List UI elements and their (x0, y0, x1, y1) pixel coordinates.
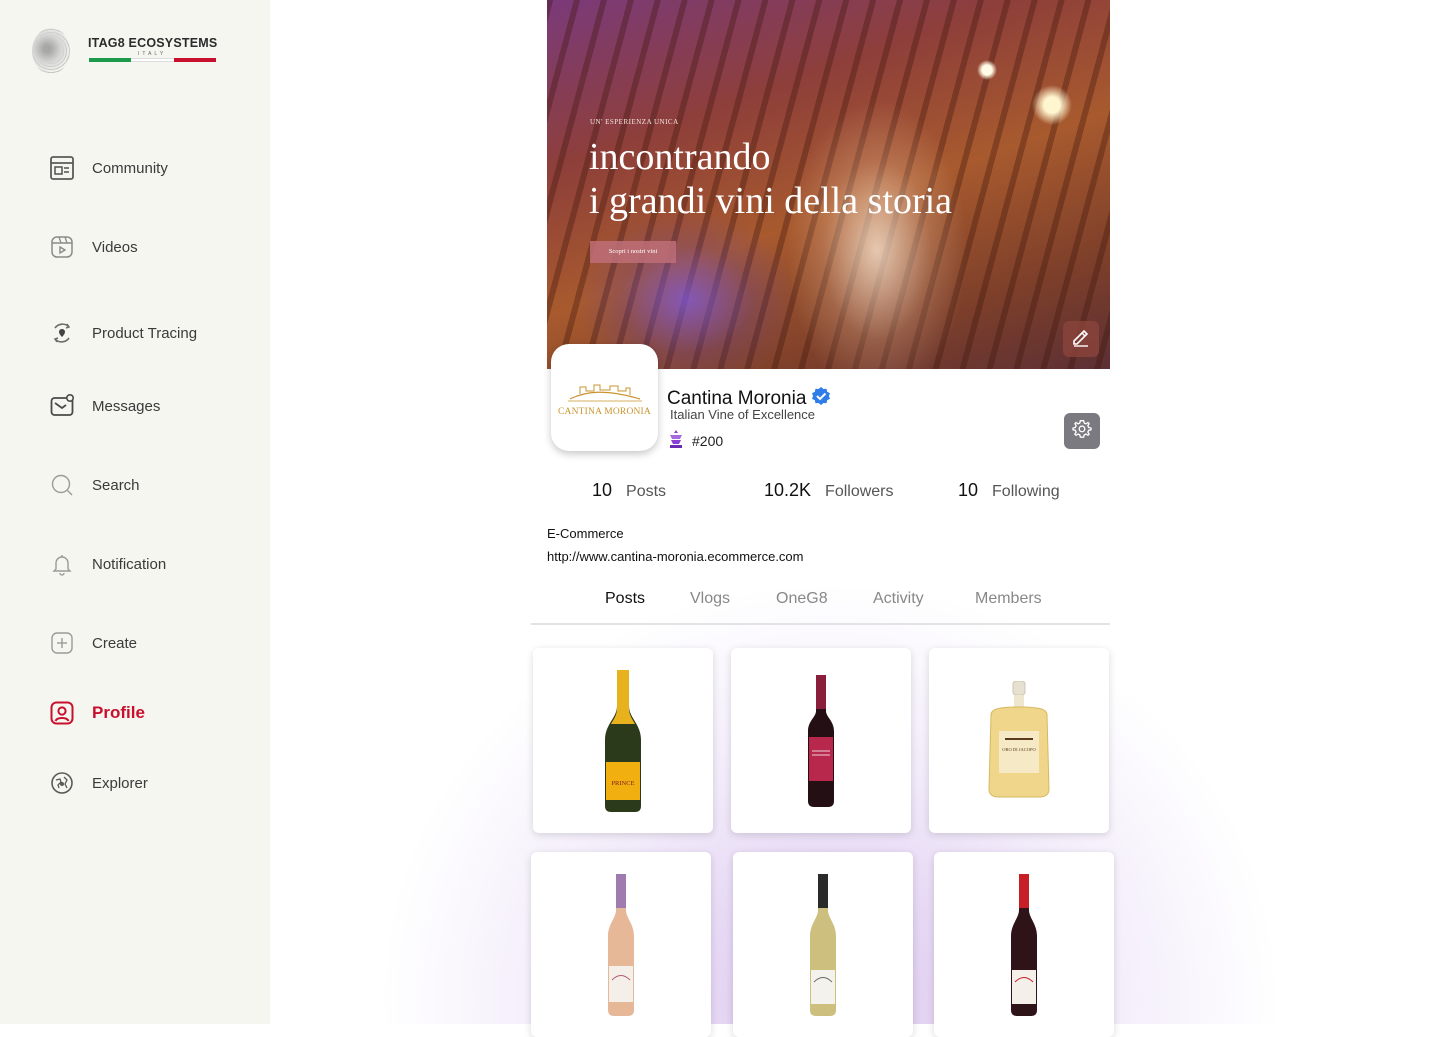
post-card[interactable] (733, 852, 913, 1037)
sidebar-item-label: Profile (92, 703, 145, 722)
bottle-label-text: PRINCE (611, 780, 634, 787)
profile-tabs: Posts Vlogs OneG8 Activity Members (531, 590, 1110, 625)
stat-value: 10 (592, 480, 613, 500)
post-card[interactable]: ORO DI JACOPO (929, 648, 1109, 833)
sidebar-item-label: Notification (92, 555, 167, 573)
edit-cover-button[interactable] (1063, 321, 1099, 357)
winery-logo-icon (567, 384, 642, 401)
rank-value: #200 (692, 432, 724, 449)
profile-tagline: Italian Vine of Excellence (670, 407, 816, 422)
rank-medal-icon (668, 429, 684, 452)
tab-members[interactable]: Members (975, 590, 1042, 608)
globe-logo-icon (32, 28, 70, 74)
sidebar-item-label: Messages (92, 397, 161, 415)
bell-icon (50, 552, 74, 576)
sidebar-item-explorer[interactable]: Explorer (50, 771, 148, 795)
cover-title-line: i grandi vini della storia (589, 180, 953, 222)
red-wine-bottle-image (1011, 873, 1037, 1016)
golden-liqueur-bottle-image: ORO DI JACOPO (988, 680, 1050, 797)
post-card[interactable] (531, 852, 711, 1037)
sidebar-item-community[interactable]: Community (50, 156, 168, 180)
sidebar-item-label: Product Tracing (92, 324, 198, 342)
italian-flag-stripe (89, 58, 216, 62)
plus-icon (50, 631, 74, 655)
settings-button[interactable] (1064, 413, 1100, 449)
profile-icon (50, 701, 74, 725)
sidebar-item-label: Search (92, 476, 140, 494)
cover-image: UN' ESPERIENZA UNICA incontrando i grand… (547, 0, 1110, 369)
cover-title: incontrando i grandi vini della storia (589, 135, 952, 223)
sidebar-item-label: Create (92, 634, 138, 652)
profile-avatar[interactable]: CANTINA MORONIA (551, 344, 658, 451)
sidebar-item-videos[interactable]: Videos (50, 235, 138, 259)
sidebar-item-label: Explorer (92, 774, 148, 792)
red-wine-bottle-image (808, 674, 834, 807)
stat-value: 10 (958, 480, 979, 500)
sidebar-item-label: Community (92, 159, 168, 177)
explorer-icon (50, 771, 74, 795)
rose-wine-bottle-image (608, 873, 634, 1016)
search-icon (50, 473, 74, 497)
brand-name: ITAG8 ECOSYSTEMS (88, 36, 218, 50)
profile-website-link[interactable]: http://www.cantina-moronia.ecommerce.com (547, 549, 803, 564)
sidebar: ITAG8 ECOSYSTEMS ITALY Community Videos … (0, 0, 270, 1024)
post-card[interactable] (731, 648, 911, 833)
stat-label: Posts (626, 483, 667, 500)
white-wine-bottle-image (810, 873, 836, 1016)
sidebar-item-notification[interactable]: Notification (50, 552, 166, 576)
stat-value: 10.2K (764, 480, 812, 500)
profile-rank: #200 (668, 429, 723, 452)
bottle-label-text: ORO DI JACOPO (1002, 747, 1036, 752)
tab-activity[interactable]: Activity (873, 590, 924, 608)
stat-followers[interactable]: 10.2K Followers (764, 480, 894, 501)
community-icon (50, 156, 74, 180)
stat-following[interactable]: 10 Following (958, 480, 1060, 501)
stat-posts[interactable]: 10 Posts (592, 480, 666, 501)
sidebar-item-search[interactable]: Search (50, 473, 140, 497)
pencil-icon (1071, 327, 1091, 352)
profile-category: E-Commerce (547, 526, 624, 541)
sidebar-item-messages[interactable]: Messages (50, 394, 160, 418)
videos-icon (50, 235, 74, 259)
sidebar-item-profile[interactable]: Profile (50, 701, 145, 725)
avatar-text: CANTINA MORONIA (558, 406, 651, 417)
post-card[interactable]: PRINCE (533, 648, 713, 833)
tab-posts[interactable]: Posts (605, 590, 645, 608)
gear-icon (1072, 419, 1092, 444)
tab-oneg8[interactable]: OneG8 (776, 590, 828, 608)
cover-title-line: incontrando (589, 136, 771, 178)
sparkling-wine-bottle-image: PRINCE (605, 669, 641, 812)
brand-country: ITALY (138, 51, 167, 57)
sidebar-item-create[interactable]: Create (50, 631, 137, 655)
tab-vlogs[interactable]: Vlogs (690, 590, 730, 608)
sidebar-item-label: Videos (92, 238, 138, 256)
post-card[interactable] (934, 852, 1114, 1037)
cover-cta-button[interactable]: Scopri i nostri vini (590, 241, 676, 263)
stat-label: Followers (825, 483, 894, 500)
product-tracing-icon (50, 321, 74, 345)
sidebar-item-product-tracing[interactable]: Product Tracing (50, 321, 197, 345)
cover-kicker: UN' ESPERIENZA UNICA (590, 118, 679, 126)
brand-logo[interactable]: ITAG8 ECOSYSTEMS ITALY (32, 28, 232, 78)
stat-label: Following (992, 483, 1060, 500)
messages-icon (50, 394, 74, 418)
